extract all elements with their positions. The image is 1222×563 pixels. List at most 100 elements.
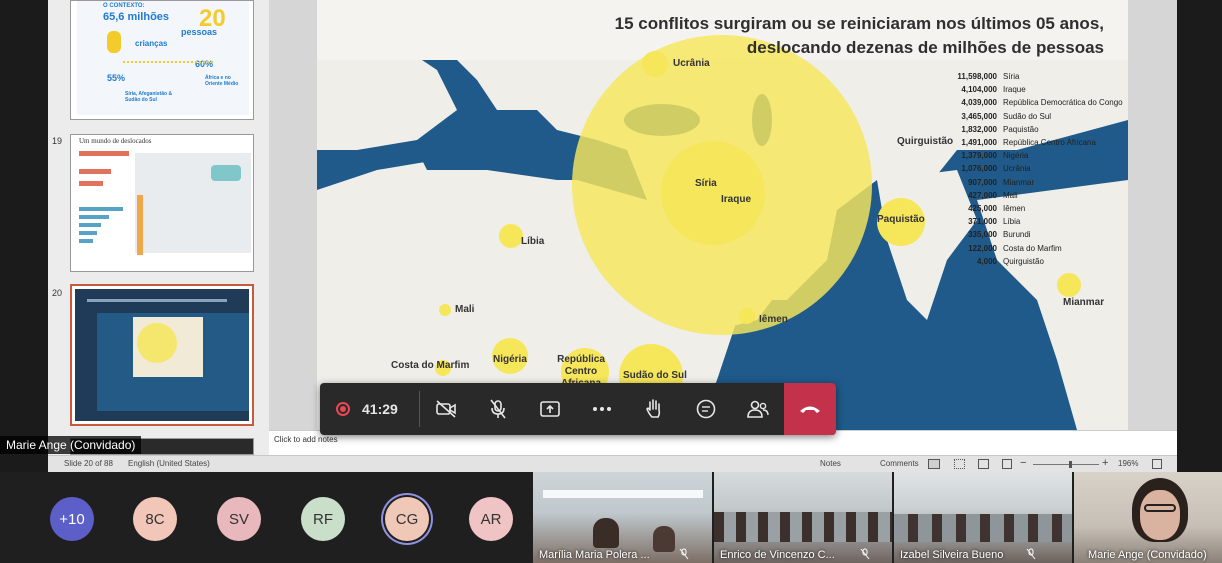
stat-row: 3,465,000 Sudão do Sul [957,112,1051,121]
stat-row: 1,076,000 Ucrânia [957,164,1031,174]
map-label: Paquistão [877,214,925,225]
chat-icon [696,399,716,419]
thumb-text: Síria, Afeganistão & Sudão do Sul [125,91,173,103]
slideshow-icon[interactable] [1002,459,1012,469]
stat-value: 1,832,000 [961,124,997,134]
slide-thumbnail-pane[interactable]: O CONTEXTO: 65,6 milhões 20 pessoas cria… [48,0,269,455]
participant-video[interactable]: Izabel Silveira Bueno [894,472,1072,563]
stat-country: Mali [1003,190,1018,200]
thumbnail-bar [79,151,129,156]
thumb-text: O CONTEXTO: [103,3,145,9]
map-label: Sudão do Sul [623,370,687,381]
stat-row: 4,000 Quirguistão [957,257,1044,266]
stat-row: 425,000 Iêmen [957,204,1025,213]
bubble-mali [439,304,451,316]
stat-value: 907,000 [968,177,997,187]
language-indicator[interactable]: English (United States) [128,459,210,468]
camera-toggle-button[interactable] [420,383,472,435]
stat-country: Iêmen [1003,204,1026,213]
mic-off-icon [1026,548,1036,560]
stat-country: Ucrânia [1003,164,1031,174]
hang-up-icon [800,406,820,413]
participants-strip: +10 8C SV RF CG AR Marília Maria Polera … [0,472,1222,563]
camera-off-icon [436,400,456,418]
normal-view-icon[interactable] [928,459,940,469]
stat-value: 335,000 [968,230,997,240]
mic-toggle-button[interactable] [472,383,524,435]
slide-sorter-icon[interactable] [954,459,965,469]
more-participants-button[interactable]: +10 [50,497,94,541]
slide-title-line2: deslocando dezenas de milhões de pessoas [746,38,1104,57]
thumbnail-bubble [137,323,177,363]
thumbnail-bar [79,215,109,219]
participant-name: Marie Ange (Convidado) [1088,549,1207,561]
shared-screen: O CONTEXTO: 65,6 milhões 20 pessoas cria… [0,0,1222,472]
zoom-level[interactable]: 196% [1118,459,1138,468]
map-label: Costa do Marfim [391,360,470,371]
thumbnail-bar [79,239,93,243]
thumb-text: 65,6 milhões [103,11,170,23]
people-icon [747,400,769,418]
participants-button[interactable] [732,383,784,435]
participant-video[interactable]: Marília Maria Polera ... [533,472,712,563]
notes-button[interactable]: Notes [820,459,841,468]
chat-button[interactable] [680,383,732,435]
stat-row: 122,000 Costa do Marfim [957,244,1062,253]
participant-avatar[interactable]: 8C [133,497,177,541]
current-slide[interactable]: 15 conflitos surgiram ou se reiniciaram … [317,0,1128,430]
reading-view-icon[interactable] [978,459,989,469]
stat-country: Quirguistão [1003,256,1044,266]
hang-up-button[interactable] [784,383,836,435]
zoom-out-icon[interactable]: − [1020,457,1026,469]
thumbnail-map-shape [211,165,241,181]
slide-thumbnail-18[interactable]: O CONTEXTO: 65,6 milhões 20 pessoas cria… [70,0,254,120]
stat-value: 427,000 [968,190,997,200]
map-label: Síria [695,178,717,189]
thumbnail-bar [79,169,111,174]
stat-value: 4,104,000 [961,85,997,95]
record-icon [336,402,350,416]
map-label: Nigéria [493,354,527,365]
participant-avatar[interactable]: AR [469,497,513,541]
participant-avatar[interactable]: SV [217,497,261,541]
participant-avatar[interactable]: RF [301,497,345,541]
slide-thumbnail-19[interactable]: Um mundo de deslocados [70,134,254,272]
zoom-in-icon[interactable]: + [1102,457,1108,469]
notes-placeholder: Click to add notes [274,435,338,444]
zoom-slider-thumb[interactable] [1069,461,1072,468]
bubble-ucrania [642,51,668,77]
stat-country: República Centro Africana [1003,138,1096,147]
participant-video[interactable]: Enrico de Vincenzo C... [714,472,892,563]
thumbnail-bar [137,195,143,255]
ceiling-light [543,490,703,498]
slide-thumbnail-20-selected[interactable] [70,284,254,426]
stat-value: 425,000 [968,204,997,213]
stat-country: República Democrática do Congo [1003,98,1123,108]
raise-hand-button[interactable] [628,383,680,435]
stat-row: 335,000 Burundi [957,230,1031,239]
map-label: Mianmar [1063,297,1105,308]
comments-button[interactable]: Comments [880,459,919,468]
fit-slide-icon[interactable] [1152,459,1162,469]
stat-value: 1,076,000 [961,164,997,174]
thumbnail-bar [79,181,103,186]
bubble-libia [499,224,523,248]
people-row-graphic [123,61,213,67]
stat-row: 371,000 Líbia [957,217,1020,226]
participant-video-self[interactable]: Marie Ange (Convidado) [1074,472,1222,563]
stat-value: 3,465,000 [961,111,997,121]
bubble-iemen [739,308,755,324]
slide-number: 19 [52,136,63,146]
map-label: Ucrânia [673,58,710,69]
stat-country: Mianmar [1003,177,1035,187]
participant-avatar-speaking[interactable]: CG [385,497,429,541]
stat-country: Paquistão [1003,124,1039,134]
share-content-button[interactable] [524,383,576,435]
classroom-students [894,514,1072,542]
zoom-slider[interactable] [1033,464,1099,465]
student-figure [653,526,675,552]
more-actions-button[interactable] [576,383,628,435]
status-bar: Slide 20 of 88 English (United States) N… [48,455,1177,472]
map-label: Iraque [721,194,752,205]
stat-row: 11,598,000 Síria [957,72,1019,81]
